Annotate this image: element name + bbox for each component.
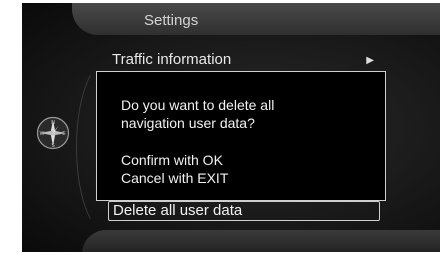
decorative-arc-right xyxy=(394,51,440,229)
bottom-bar xyxy=(82,230,440,252)
display-screen: Settings Traffic information ▶ Delete al… xyxy=(22,3,440,252)
page-title: Settings xyxy=(144,12,199,29)
menu-item-delete-all-user-data[interactable]: Delete all user data xyxy=(108,201,380,221)
dialog-question: Do you want to delete all navigation use… xyxy=(121,96,274,132)
compass-icon: N W E S xyxy=(36,116,70,150)
dialog-instructions: Confirm with OK Cancel with EXIT xyxy=(121,151,228,187)
cancel-instruction: Cancel with EXIT xyxy=(121,170,229,186)
confirm-instruction: Confirm with OK xyxy=(121,152,223,168)
dialog-question-line: navigation user data? xyxy=(121,115,255,131)
arrow-right-icon: ▶ xyxy=(366,55,374,66)
compass-label-w: W xyxy=(40,131,45,137)
compass-label-n: N xyxy=(51,120,55,126)
menu-item-traffic-information[interactable]: Traffic information ▶ xyxy=(112,51,380,71)
header-bar: Settings xyxy=(72,3,440,35)
dialog-question-line: Do you want to delete all xyxy=(121,97,275,113)
confirmation-dialog: Do you want to delete all navigation use… xyxy=(96,71,386,201)
menu-item-label: Traffic information xyxy=(112,51,232,68)
